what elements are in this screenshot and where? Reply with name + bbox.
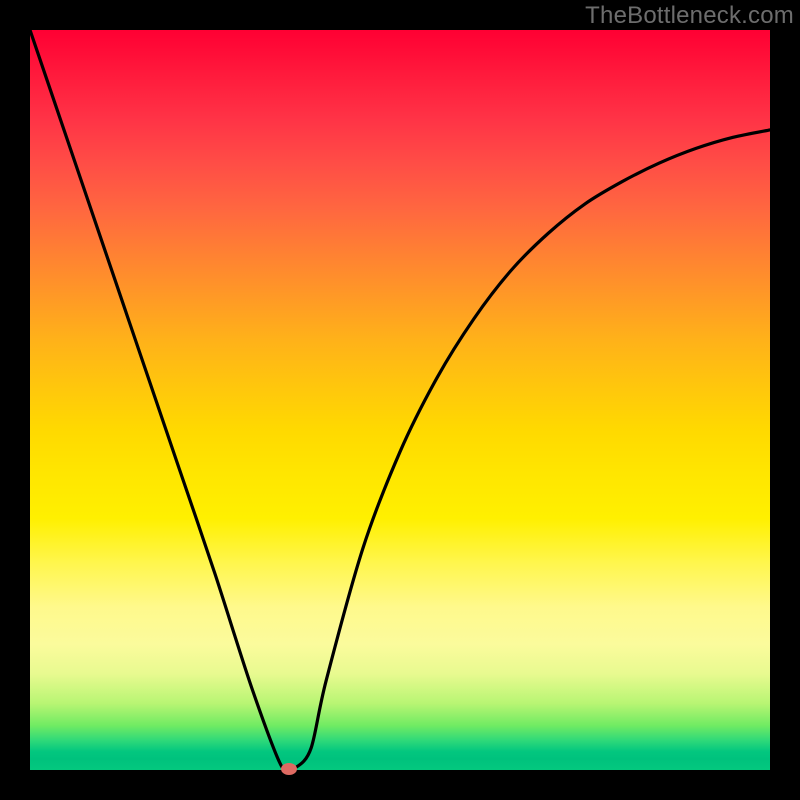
- bottleneck-curve: [30, 30, 770, 772]
- watermark-text: TheBottleneck.com: [585, 2, 794, 30]
- curve-svg: [30, 30, 770, 770]
- chart-frame: TheBottleneck.com: [0, 0, 800, 800]
- minimum-marker: [281, 763, 297, 775]
- plot-area: [30, 30, 770, 770]
